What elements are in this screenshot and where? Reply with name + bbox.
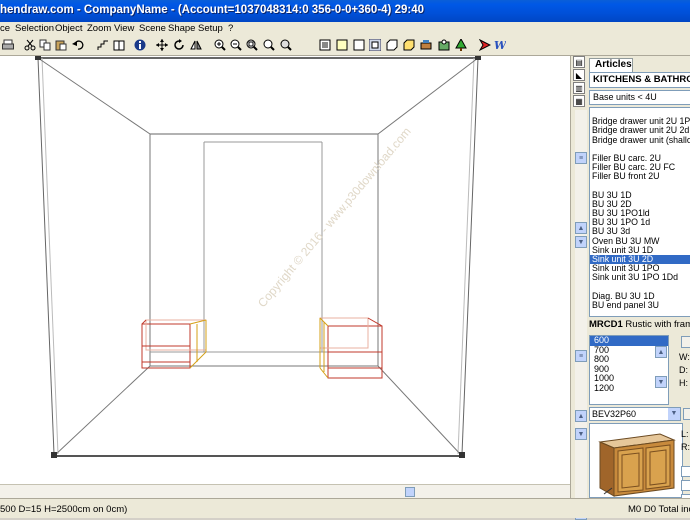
article-item[interactable]: Bridge drawer unit (shallow) <box>590 135 690 145</box>
size-scrollbar[interactable]: ▲ ▼ <box>655 336 667 404</box>
arrow-icon[interactable] <box>478 38 492 52</box>
status-bar: 500 D=15 H=2500cm on 0cm) M0 D0 Total in… <box>0 498 690 518</box>
cut-icon[interactable] <box>23 38 37 52</box>
view-front-icon[interactable] <box>318 38 332 52</box>
tree-icon[interactable] <box>454 38 468 52</box>
preview-r-label: R: <box>681 442 690 452</box>
menu-shape[interactable]: Shape <box>168 23 195 34</box>
copy-icon[interactable] <box>38 38 52 52</box>
tab-articles[interactable]: Articles <box>589 58 633 72</box>
scroll-up-icon[interactable]: ▲ <box>575 222 587 234</box>
finish-apply-button[interactable] <box>683 408 690 420</box>
menu-bar: ce Selection Object Zoom View Scene Shap… <box>0 22 690 36</box>
subcategory-select[interactable]: Base units < 4U <box>589 90 690 105</box>
wizard-icon[interactable]: W <box>493 38 507 52</box>
scroll-thumb-icon[interactable]: ≡ <box>575 152 587 164</box>
menu-file[interactable]: ce <box>0 23 10 34</box>
scroll-up-icon[interactable]: ▲ <box>655 346 667 358</box>
menu-selection[interactable]: Selection <box>15 23 54 34</box>
article-item[interactable]: Filler BU front 2U <box>590 172 690 181</box>
zoom-out-icon[interactable] <box>229 38 243 52</box>
print-icon[interactable] <box>1 38 15 52</box>
cabinet-icon[interactable] <box>112 38 126 52</box>
menu-view[interactable]: View <box>114 23 134 34</box>
finish-select[interactable]: BEV32P60 ▼ <box>589 407 681 421</box>
panel-tab-list[interactable]: ▦ <box>573 95 585 107</box>
menu-object[interactable]: Object <box>55 23 82 34</box>
preview-field[interactable] <box>681 480 690 491</box>
color-icon[interactable] <box>437 38 451 52</box>
mirror-icon[interactable] <box>189 38 203 52</box>
panel-tab-articles[interactable]: ▤ <box>573 56 585 68</box>
scroll-up-icon[interactable]: ▲ <box>575 410 587 422</box>
dim-w-label: W: <box>679 352 690 362</box>
window-title: hendraw.com - CompanyName - (Account=103… <box>0 4 424 16</box>
furniture-icon[interactable] <box>419 38 433 52</box>
rotate-icon[interactable] <box>172 38 186 52</box>
scroll-thumb[interactable] <box>405 487 415 497</box>
panel-tab-shapes[interactable]: ◣ <box>573 69 585 81</box>
article-item[interactable]: Sink unit 3U 1PO 1Dd <box>590 273 690 282</box>
dimension-labels: W: D: H: <box>679 351 690 390</box>
article-code: MRCD1 <box>589 319 623 330</box>
right-panel: ▤ ◣ ▥ ▦ ≡ ▲ ▼ ≡ ▲ ▼ ≡ Articles KITCHENS … <box>570 56 690 520</box>
article-code-bar: MRCD1 Rustic with frame <box>589 319 690 333</box>
scroll-down-icon[interactable]: ▼ <box>655 376 667 388</box>
view-box-icon[interactable] <box>335 38 349 52</box>
move-icon[interactable] <box>155 38 169 52</box>
scroll-down-icon[interactable]: ▼ <box>575 428 587 440</box>
view-iso-icon[interactable] <box>368 38 382 52</box>
dim-d-label: D: <box>679 365 688 375</box>
zoom-window-icon[interactable] <box>262 38 276 52</box>
scroll-down-icon[interactable]: ▼ <box>575 236 587 248</box>
dim-h-label: H: <box>679 378 688 388</box>
toolbar: W <box>0 36 690 56</box>
view-top-icon[interactable] <box>385 38 399 52</box>
panel-tab-layers[interactable]: ▥ <box>573 82 585 94</box>
article-item[interactable]: BU end panel 3U <box>590 300 690 310</box>
title-bar: hendraw.com - CompanyName - (Account=103… <box>0 0 690 22</box>
undo-icon[interactable] <box>71 38 85 52</box>
preview-labels: L: R: <box>681 428 690 454</box>
app-window: hendraw.com - CompanyName - (Account=103… <box>0 0 690 520</box>
preview-checkbox[interactable] <box>681 466 690 477</box>
status-totals: M0 D0 Total incl <box>628 504 690 515</box>
paste-icon[interactable] <box>54 38 68 52</box>
menu-scene[interactable]: Scene <box>139 23 166 34</box>
preview-l-label: L: <box>681 429 689 439</box>
article-preview <box>589 423 683 498</box>
zoom-fit-icon[interactable] <box>245 38 259 52</box>
finish-value: BEV32P60 <box>592 409 637 419</box>
stairs-icon[interactable] <box>96 38 110 52</box>
3d-viewport[interactable]: Copyright © 2016 - www.p30download.com <box>0 56 570 484</box>
menu-help[interactable]: ? <box>228 23 233 34</box>
status-coordinates: 500 D=15 H=2500cm on 0cm) <box>0 504 128 515</box>
zoom-all-icon[interactable] <box>279 38 293 52</box>
zoom-in-icon[interactable] <box>213 38 227 52</box>
menu-setup[interactable]: Setup <box>198 23 223 34</box>
article-code-desc: Rustic with frame <box>625 319 690 330</box>
svg-text:W: W <box>494 39 506 51</box>
category-select[interactable]: KITCHENS & BATHROOM <box>589 72 690 88</box>
scroll-thumb-icon[interactable]: ≡ <box>575 350 587 362</box>
cabinet-preview-image <box>598 433 676 497</box>
article-list[interactable]: Bridge drawer unit 2U 1PO Bridge drawer u… <box>589 107 690 317</box>
info-icon[interactable] <box>133 38 147 52</box>
chevron-down-icon[interactable]: ▼ <box>668 408 680 420</box>
menu-zoom[interactable]: Zoom <box>87 23 111 34</box>
panel-scrollbar[interactable]: ≡ ▲ ▼ ≡ ▲ ▼ ≡ <box>575 110 587 520</box>
view-3d-icon[interactable] <box>352 38 366 52</box>
panel-tabs: ▤ ◣ ▥ ▦ <box>573 56 587 108</box>
horizontal-scrollbar[interactable] <box>0 484 570 498</box>
size-apply-button[interactable] <box>681 336 690 348</box>
render-icon[interactable] <box>402 38 416 52</box>
